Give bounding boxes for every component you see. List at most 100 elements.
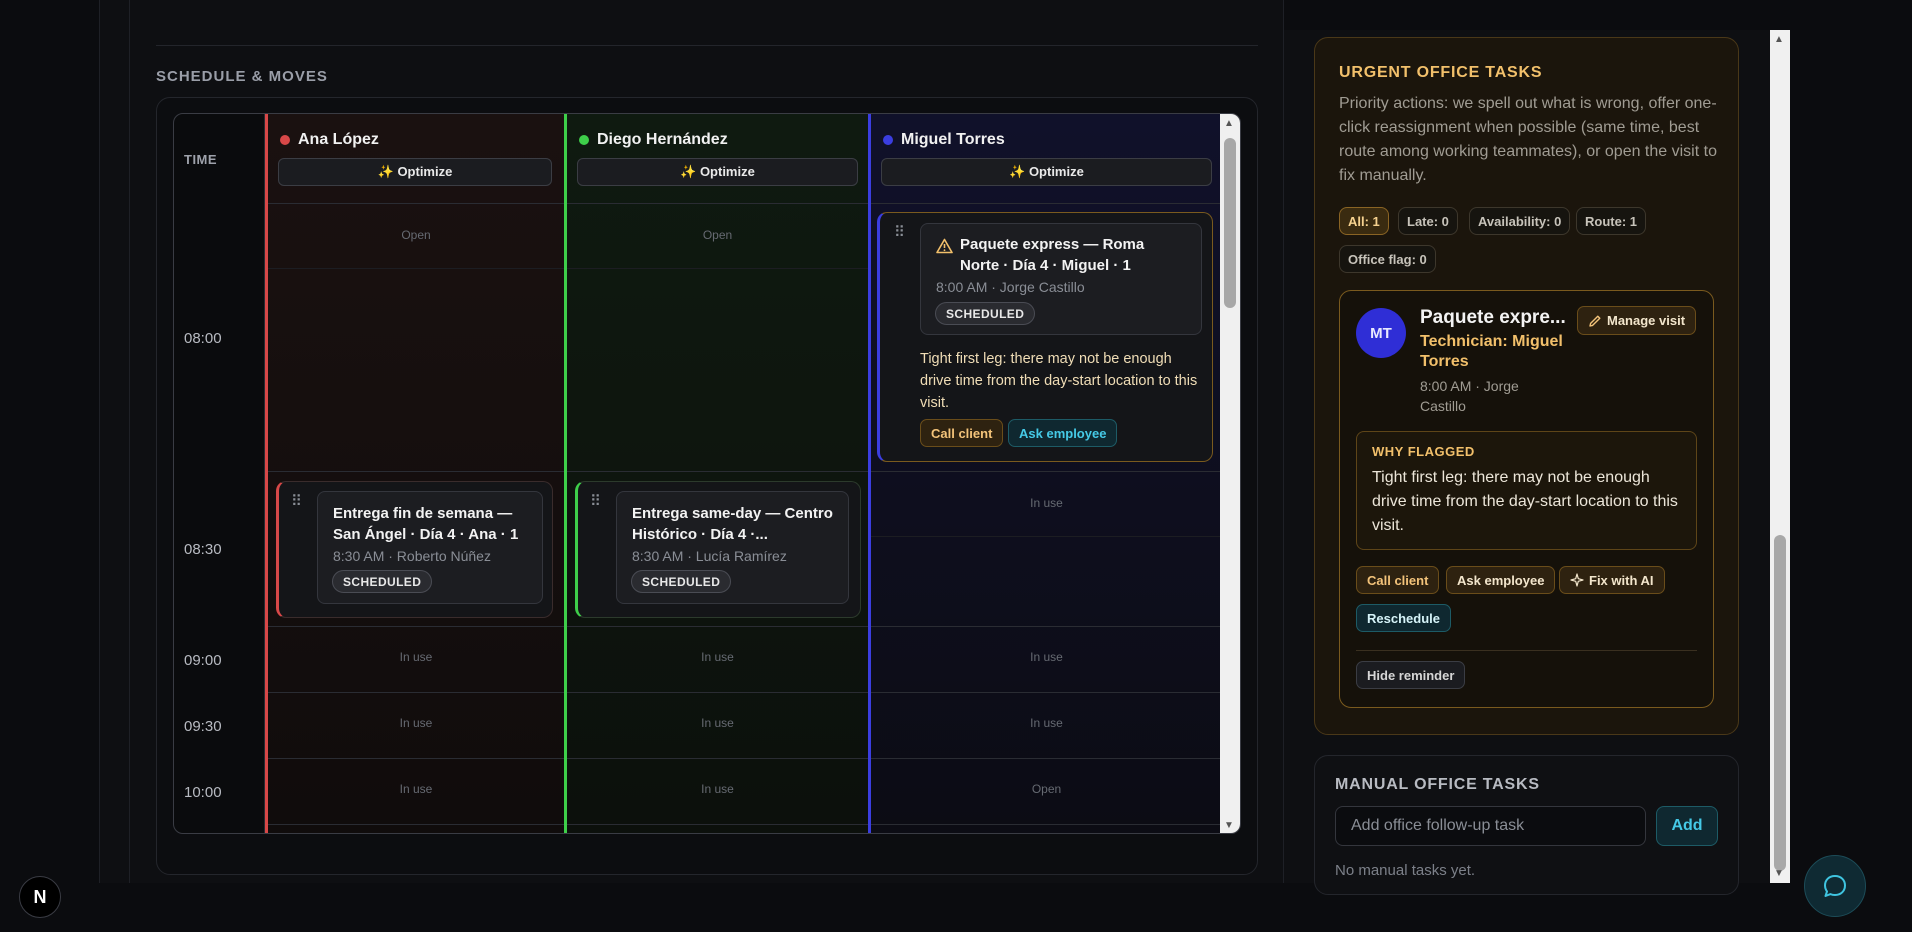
time-label: 08:30 <box>184 541 222 558</box>
technician-column-diego: Diego Hernández ✨ Optimize Open In use I… <box>564 114 868 833</box>
scroll-up-icon[interactable]: ▲ <box>1224 118 1234 129</box>
status-badge: SCHEDULED <box>332 570 433 593</box>
slot-divider <box>268 471 564 472</box>
technician-name: Ana López <box>298 131 379 148</box>
time-header: TIME <box>184 152 218 167</box>
drag-handle-icon[interactable]: ⠿ <box>291 494 302 509</box>
visit-card[interactable]: ⠿ Entrega fin de semana — San Ángel · Dí… <box>276 481 553 618</box>
task-technician: Technician: Miguel Torres <box>1420 333 1563 370</box>
urgent-title: URGENT OFFICE TASKS <box>1339 64 1543 81</box>
chat-bubble-icon <box>1824 875 1846 897</box>
in-use-slot: In use <box>701 782 734 796</box>
scrollbar-thumb[interactable] <box>1224 138 1236 308</box>
technician-column-ana: Ana López ✨ Optimize Open In use In use … <box>265 114 564 833</box>
scrollbar-thumb[interactable] <box>1774 535 1786 871</box>
next-dev-badge[interactable]: N <box>19 876 61 918</box>
scroll-up-icon[interactable]: ▲ <box>1774 34 1784 45</box>
time-label: 08:00 <box>184 330 222 347</box>
fix-with-ai-button[interactable]: Fix with AI <box>1559 566 1665 594</box>
open-slot[interactable]: Open <box>871 782 1222 796</box>
side-panel-scrollbar[interactable]: ▲ ▼ <box>1770 30 1790 883</box>
task-title: Paquete expre... <box>1420 307 1566 328</box>
slot-divider <box>567 268 868 269</box>
in-use-slot: In use <box>1030 650 1063 664</box>
open-slot[interactable]: Open <box>268 228 564 242</box>
reschedule-button[interactable]: Reschedule <box>1356 604 1451 632</box>
slot-divider <box>268 203 564 204</box>
scroll-down-icon[interactable]: ▼ <box>1774 868 1784 879</box>
manual-title: MANUAL OFFICE TASKS <box>1335 776 1540 793</box>
ask-employee-button[interactable]: Ask employee <box>1008 419 1118 447</box>
slot-divider <box>567 626 868 627</box>
filter-late[interactable]: Late: 0 <box>1398 207 1458 235</box>
status-dot <box>883 135 893 145</box>
time-label: 10:00 <box>184 784 222 801</box>
drag-handle-icon[interactable]: ⠿ <box>590 494 601 509</box>
warning-icon <box>936 238 953 254</box>
time-label: 09:00 <box>184 652 222 669</box>
chat-button[interactable] <box>1804 855 1866 917</box>
time-column: TIME 08:00 08:30 09:00 09:30 10:00 <box>174 114 265 833</box>
slot-divider <box>567 824 868 825</box>
visit-meta: 8:00 AM · Jorge Castillo <box>936 279 1085 295</box>
slot-divider <box>268 692 564 693</box>
optimize-button[interactable]: ✨ Optimize <box>881 158 1212 186</box>
filter-office-flag[interactable]: Office flag: 0 <box>1339 245 1436 273</box>
slot-divider <box>268 268 564 269</box>
in-use-slot: In use <box>399 716 433 730</box>
manage-visit-label: Manage visit <box>1607 313 1686 328</box>
visit-meta: 8:30 AM · Lucía Ramírez <box>632 548 787 564</box>
panel-rail <box>129 0 130 883</box>
add-task-button[interactable]: Add <box>1656 806 1718 846</box>
status-dot <box>579 135 589 145</box>
in-use-slot: In use <box>399 650 433 664</box>
drag-handle-icon[interactable]: ⠿ <box>894 225 905 240</box>
slot-divider <box>871 626 1222 627</box>
technician-name: Miguel Torres <box>901 131 1005 148</box>
technician-column-miguel: Miguel Torres ✨ Optimize In use In use I… <box>868 114 1222 833</box>
call-client-button[interactable]: Call client <box>920 419 1004 447</box>
manual-task-input[interactable]: Add office follow-up task <box>1335 806 1646 846</box>
slot-divider <box>871 203 1222 204</box>
visit-title: Entrega fin de semana — San Ángel · Día … <box>333 505 519 543</box>
in-use-slot: In use <box>701 650 734 664</box>
divider <box>1356 650 1697 651</box>
status-badge: SCHEDULED <box>631 570 732 593</box>
task-meta: 8:00 AM · Jorge Castillo <box>1420 378 1519 414</box>
slot-divider <box>871 536 1222 537</box>
slot-divider <box>268 758 564 759</box>
visit-card[interactable]: ⠿ Entrega same-day — Centro Histórico · … <box>575 481 861 618</box>
slot-divider <box>567 203 868 204</box>
hide-reminder-button[interactable]: Hide reminder <box>1356 661 1466 689</box>
slot-divider <box>871 758 1222 759</box>
time-label: 09:30 <box>184 718 222 735</box>
slot-divider <box>567 692 868 693</box>
open-slot[interactable]: Open <box>567 228 868 242</box>
slot-divider <box>567 471 868 472</box>
ask-employee-button[interactable]: Ask employee <box>1446 566 1556 594</box>
visit-meta: 8:30 AM · Roberto Núñez <box>333 548 491 564</box>
scroll-down-icon[interactable]: ▼ <box>1224 820 1234 831</box>
in-use-slot: In use <box>399 782 433 796</box>
filter-all[interactable]: All: 1 <box>1339 207 1389 235</box>
filter-availability[interactable]: Availability: 0 <box>1469 207 1571 235</box>
filter-route[interactable]: Route: 1 <box>1576 207 1646 235</box>
in-use-slot: In use <box>1030 496 1063 510</box>
in-use-slot: In use <box>701 716 734 730</box>
flagged-visit-card[interactable]: ⠿ Paquete express — Roma Norte · Día 4 ·… <box>877 212 1213 462</box>
slot-divider <box>268 626 564 627</box>
technician-header: Ana López <box>280 131 379 149</box>
fix-with-ai-label: Fix with AI <box>1589 572 1654 588</box>
slot-divider <box>871 824 1222 825</box>
app-page: SCHEDULE & MOVES TIME 08:00 08:30 09:00 … <box>0 0 1912 932</box>
slot-divider <box>871 692 1222 693</box>
call-client-button[interactable]: Call client <box>1356 566 1440 594</box>
empty-state-text: No manual tasks yet. <box>1335 862 1476 879</box>
status-badge: SCHEDULED <box>935 302 1036 325</box>
schedule-grid[interactable]: TIME 08:00 08:30 09:00 09:30 10:00 Ana L… <box>173 113 1241 834</box>
slot-divider <box>268 824 564 825</box>
manage-visit-button[interactable]: Manage visit <box>1577 306 1697 335</box>
optimize-button[interactable]: ✨ Optimize <box>278 158 552 186</box>
optimize-button[interactable]: ✨ Optimize <box>577 158 858 186</box>
grid-scrollbar[interactable]: ▲ ▼ <box>1220 114 1240 833</box>
